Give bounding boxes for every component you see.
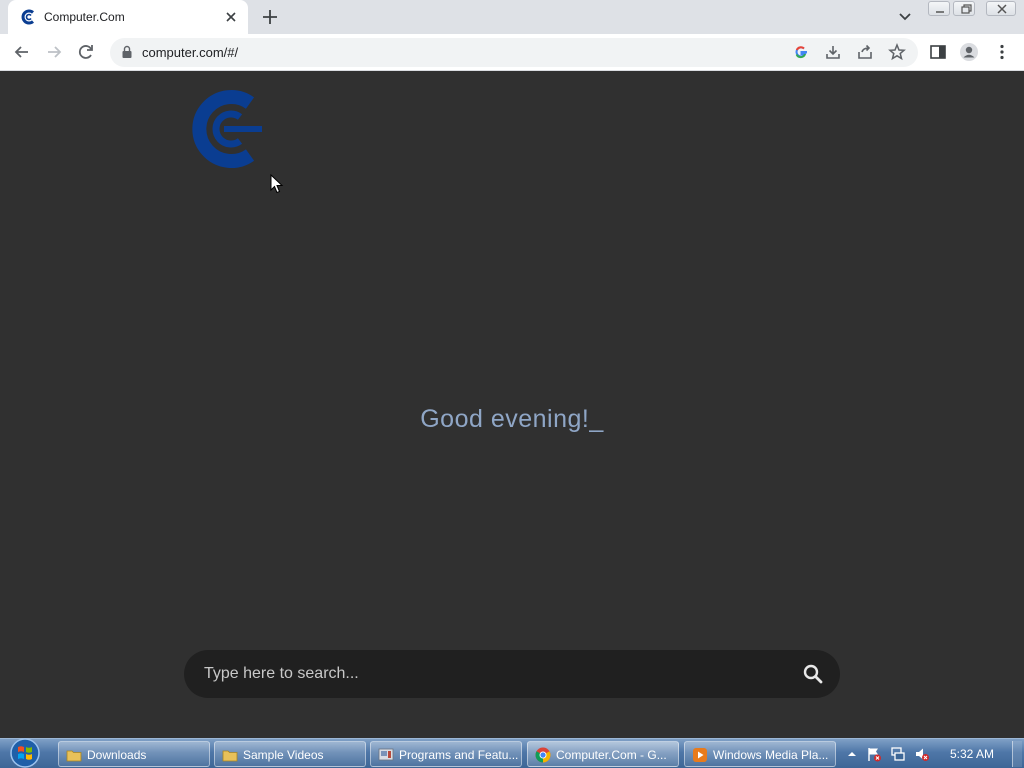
lock-icon[interactable] <box>120 45 134 59</box>
minimize-button[interactable] <box>928 1 950 16</box>
system-tray: 5:32 AM <box>842 739 1024 768</box>
chrome-icon <box>535 747 551 763</box>
page-content: Good evening!_ <box>0 71 1024 738</box>
taskbar-item-label: Sample Videos <box>243 748 324 762</box>
reload-icon[interactable] <box>76 42 96 62</box>
browser-toolbar: computer.com/#/ <box>0 34 1024 71</box>
mouse-pointer-icon <box>270 174 284 194</box>
show-hidden-icons-icon[interactable] <box>844 746 860 762</box>
taskbar-item-chrome[interactable]: Computer.Com - G... <box>527 741 679 767</box>
share-icon[interactable] <box>856 43 874 61</box>
bookmark-star-icon[interactable] <box>888 43 906 61</box>
clock[interactable]: 5:32 AM <box>950 747 994 761</box>
volume-muted-icon[interactable] <box>914 746 930 762</box>
tab-strip: Computer.Com <box>0 0 1024 34</box>
back-icon[interactable] <box>12 42 32 62</box>
forward-icon[interactable] <box>44 42 64 62</box>
restore-icon <box>961 4 972 14</box>
greeting-text: Good evening!_ <box>420 405 604 433</box>
folder-icon <box>222 750 238 762</box>
close-icon <box>997 4 1007 14</box>
computer-com-logo[interactable] <box>188 89 266 169</box>
action-center-flag-icon[interactable] <box>866 746 882 762</box>
minimize-icon <box>936 11 944 13</box>
close-tab-icon[interactable] <box>223 9 239 25</box>
taskbar-item-sample-videos[interactable]: Sample Videos <box>214 741 366 767</box>
control-panel-icon <box>378 748 394 761</box>
close-window-button[interactable] <box>986 1 1016 16</box>
tab-title: Computer.Com <box>44 10 125 24</box>
site-favicon-icon <box>21 9 34 25</box>
taskbar-item-programs-and-features[interactable]: Programs and Featu... <box>370 741 522 767</box>
google-icon[interactable] <box>792 43 810 61</box>
side-panel-icon[interactable] <box>928 42 948 62</box>
taskbar-item-downloads[interactable]: Downloads <box>58 741 210 767</box>
search-bar <box>184 650 840 698</box>
browser-tab[interactable]: Computer.Com <box>8 0 248 34</box>
address-bar[interactable]: computer.com/#/ <box>110 38 918 67</box>
profile-icon[interactable] <box>959 42 979 62</box>
chevron-down-icon[interactable] <box>896 8 914 26</box>
media-player-icon <box>693 748 707 762</box>
taskbar-item-label: Downloads <box>87 748 147 762</box>
network-icon[interactable] <box>890 746 906 762</box>
taskbar-item-label: Programs and Featu... <box>399 748 519 762</box>
kebab-menu-icon[interactable] <box>992 42 1012 62</box>
restore-button[interactable] <box>953 1 975 16</box>
taskbar-item-media-player[interactable]: Windows Media Pla... <box>684 741 836 767</box>
search-icon[interactable] <box>802 663 824 685</box>
url-text[interactable]: computer.com/#/ <box>142 45 238 60</box>
folder-icon <box>66 750 82 762</box>
taskbar-item-label: Computer.Com - G... <box>556 748 667 762</box>
install-app-icon[interactable] <box>824 43 842 61</box>
start-button[interactable] <box>5 737 45 768</box>
taskbar: Downloads Sample Videos Programs and Fea… <box>0 738 1024 768</box>
search-input[interactable] <box>204 650 784 698</box>
show-desktop-button[interactable] <box>1012 741 1022 767</box>
new-tab-icon[interactable] <box>260 7 280 27</box>
taskbar-item-label: Windows Media Pla... <box>713 748 829 762</box>
